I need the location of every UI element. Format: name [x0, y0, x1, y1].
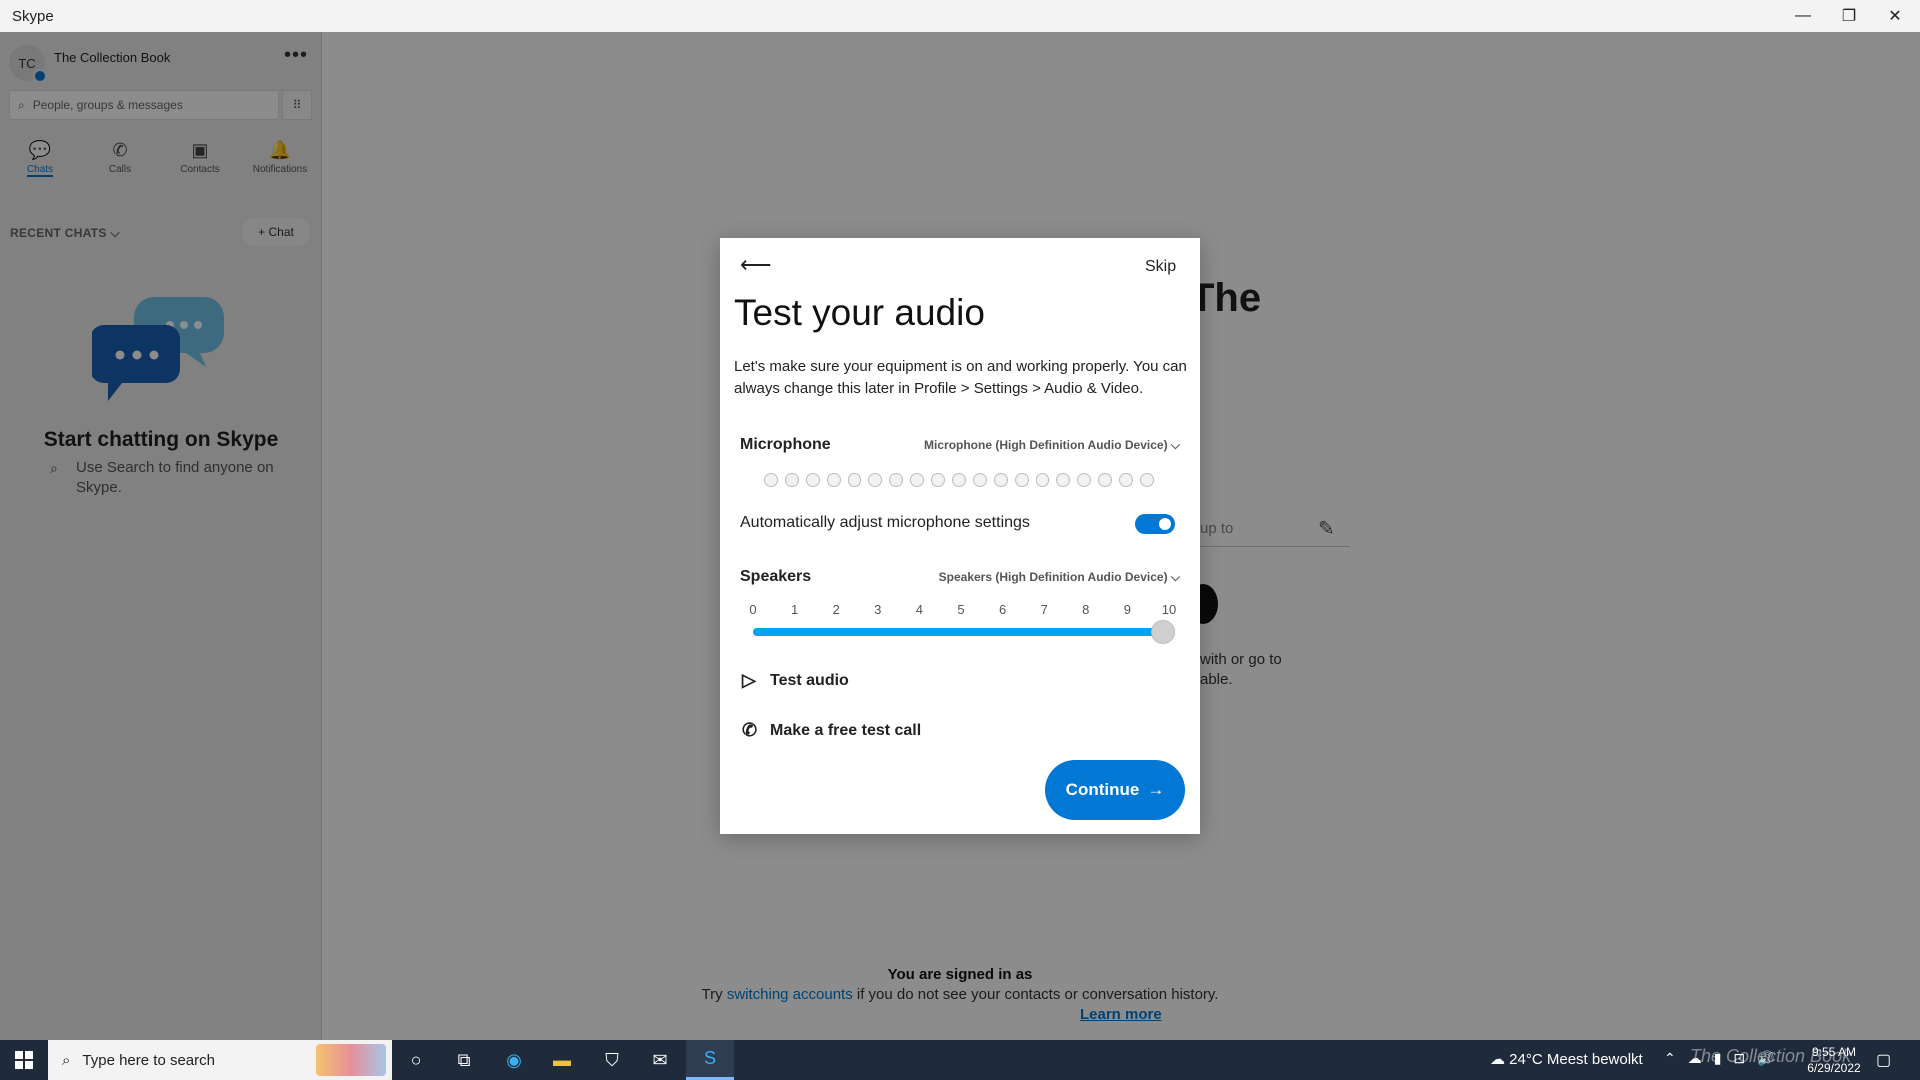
weather-text: 24°C Meest bewolkt	[1509, 1051, 1643, 1068]
test-audio-dialog: ⟵ Skip Test your audio Let's make sure y…	[720, 238, 1200, 834]
speakers-device-select[interactable]: Speakers (High Definition Audio Device) …	[939, 570, 1180, 585]
test-call-button[interactable]: ✆ Make a free test call	[742, 720, 921, 741]
skype-taskbar-icon[interactable]: S	[686, 1040, 734, 1080]
close-button[interactable]: ✕	[1872, 0, 1918, 32]
volume-tick-label: 8	[1082, 602, 1090, 617]
slider-fill	[753, 628, 1157, 636]
play-icon: ▷	[742, 670, 756, 690]
cortana-icon[interactable]: ○	[392, 1040, 440, 1080]
search-icon: ⌕	[62, 1051, 71, 1069]
minimize-icon: —	[1795, 7, 1811, 24]
taskbar: ⌕ Type here to search ○ ⧉ ◉ ▬ ⛉ ✉ S ☁ 24…	[0, 1040, 1920, 1080]
microphone-level-meter	[764, 473, 1154, 487]
weather-widget[interactable]: ☁ 24°C Meest bewolkt	[1490, 1050, 1643, 1068]
skip-button[interactable]: Skip	[1145, 258, 1176, 276]
volume-tick-label: 9	[1123, 602, 1131, 617]
search-highlight-art	[316, 1044, 386, 1076]
minimize-button[interactable]: —	[1780, 0, 1826, 32]
arrow-left-icon[interactable]: ⟵	[740, 252, 772, 278]
mic-level-dot	[889, 473, 904, 487]
mic-level-dot	[847, 473, 862, 487]
speakers-label: Speakers	[740, 568, 812, 585]
phone-icon: ✆	[742, 720, 758, 740]
task-view-icon[interactable]: ⧉	[440, 1040, 488, 1080]
dialog-description: Let's make sure your equipment is on and…	[734, 358, 1187, 397]
close-icon: ✕	[1888, 8, 1902, 25]
microphone-device-select[interactable]: Microphone (High Definition Audio Device…	[924, 438, 1180, 453]
mic-level-dot	[1077, 473, 1092, 487]
mail-icon[interactable]: ✉	[636, 1040, 684, 1080]
restore-icon: ❐	[1841, 8, 1857, 25]
mic-level-dot	[868, 473, 883, 487]
volume-tick-label: 0	[749, 602, 757, 617]
edge-icon[interactable]: ◉	[490, 1040, 538, 1080]
auto-adjust-toggle[interactable]	[1135, 514, 1175, 534]
test-audio-label: Test audio	[770, 671, 849, 689]
taskbar-search[interactable]: ⌕ Type here to search	[48, 1040, 392, 1080]
auto-adjust-label: Automatically adjust microphone settings	[740, 514, 1030, 531]
mic-level-dot	[1098, 473, 1113, 487]
mic-level-dot	[931, 473, 946, 487]
continue-button[interactable]: Continue →	[1045, 760, 1185, 820]
volume-tick-label: 3	[874, 602, 882, 617]
speaker-volume-slider[interactable]	[753, 620, 1175, 644]
title-bar: Skype — ❐ ✕	[0, 0, 1920, 32]
mic-level-dot	[910, 473, 925, 487]
mic-level-dot	[993, 473, 1008, 487]
mic-level-dot	[764, 473, 778, 487]
mic-level-dot	[1014, 473, 1029, 487]
store-icon[interactable]: ⛉	[588, 1040, 636, 1080]
arrow-right-icon: →	[1147, 780, 1165, 799]
mic-level-dot	[952, 473, 966, 487]
mic-level-dot	[1140, 473, 1154, 487]
volume-tick-label: 1	[790, 602, 799, 617]
start-button[interactable]	[0, 1040, 48, 1080]
volume-tick-label: 2	[832, 602, 840, 617]
mic-level-dot	[1056, 473, 1071, 487]
restore-button[interactable]: ❐	[1826, 0, 1872, 32]
volume-tick-label: 4	[915, 602, 923, 617]
slider-thumb[interactable]	[1151, 620, 1175, 644]
taskbar-search-placeholder: Type here to search	[82, 1051, 215, 1069]
test-call-label: Make a free test call	[770, 721, 922, 739]
watermark: The Collection Book	[1690, 1046, 1852, 1066]
mic-level-dot	[805, 473, 820, 487]
mic-level-dot	[1035, 473, 1050, 487]
volume-tick-label: 6	[998, 602, 1007, 617]
skype-window: Skype — ❐ ✕ TC The Collection Book ••• ⌕…	[0, 0, 1920, 1080]
cloud-icon: ☁	[1490, 1051, 1505, 1068]
notifications-icon[interactable]: ▢	[1876, 1050, 1891, 1070]
windows-icon	[15, 1051, 33, 1069]
window-title: Skype	[12, 8, 54, 25]
test-audio-button[interactable]: ▷ Test audio	[742, 670, 849, 691]
file-explorer-icon[interactable]: ▬	[538, 1040, 586, 1080]
microphone-label: Microphone	[740, 436, 831, 453]
mic-level-dot	[826, 473, 841, 487]
mic-level-dot	[784, 473, 799, 487]
volume-tick-label: 5	[957, 602, 965, 617]
volume-tick-label: 10	[1161, 602, 1177, 617]
toggle-knob	[1159, 518, 1171, 530]
volume-tick-label: 7	[1040, 602, 1048, 617]
mic-level-dot	[972, 473, 987, 487]
mic-level-dot	[1119, 473, 1134, 487]
continue-label: Continue	[1065, 780, 1140, 799]
dialog-title: Test your audio	[734, 292, 985, 333]
